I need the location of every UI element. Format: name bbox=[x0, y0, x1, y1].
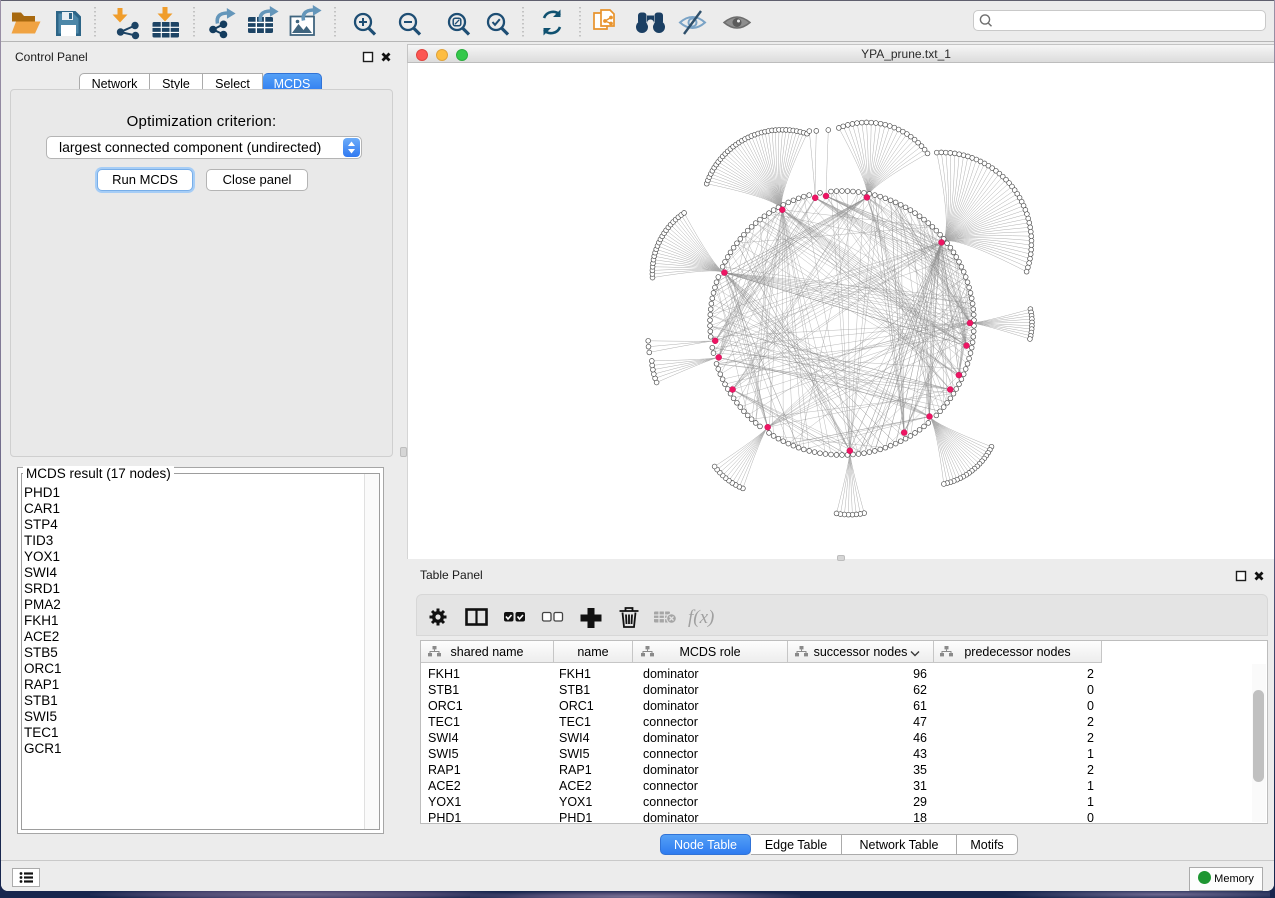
svg-text:f(x): f(x) bbox=[688, 607, 714, 628]
